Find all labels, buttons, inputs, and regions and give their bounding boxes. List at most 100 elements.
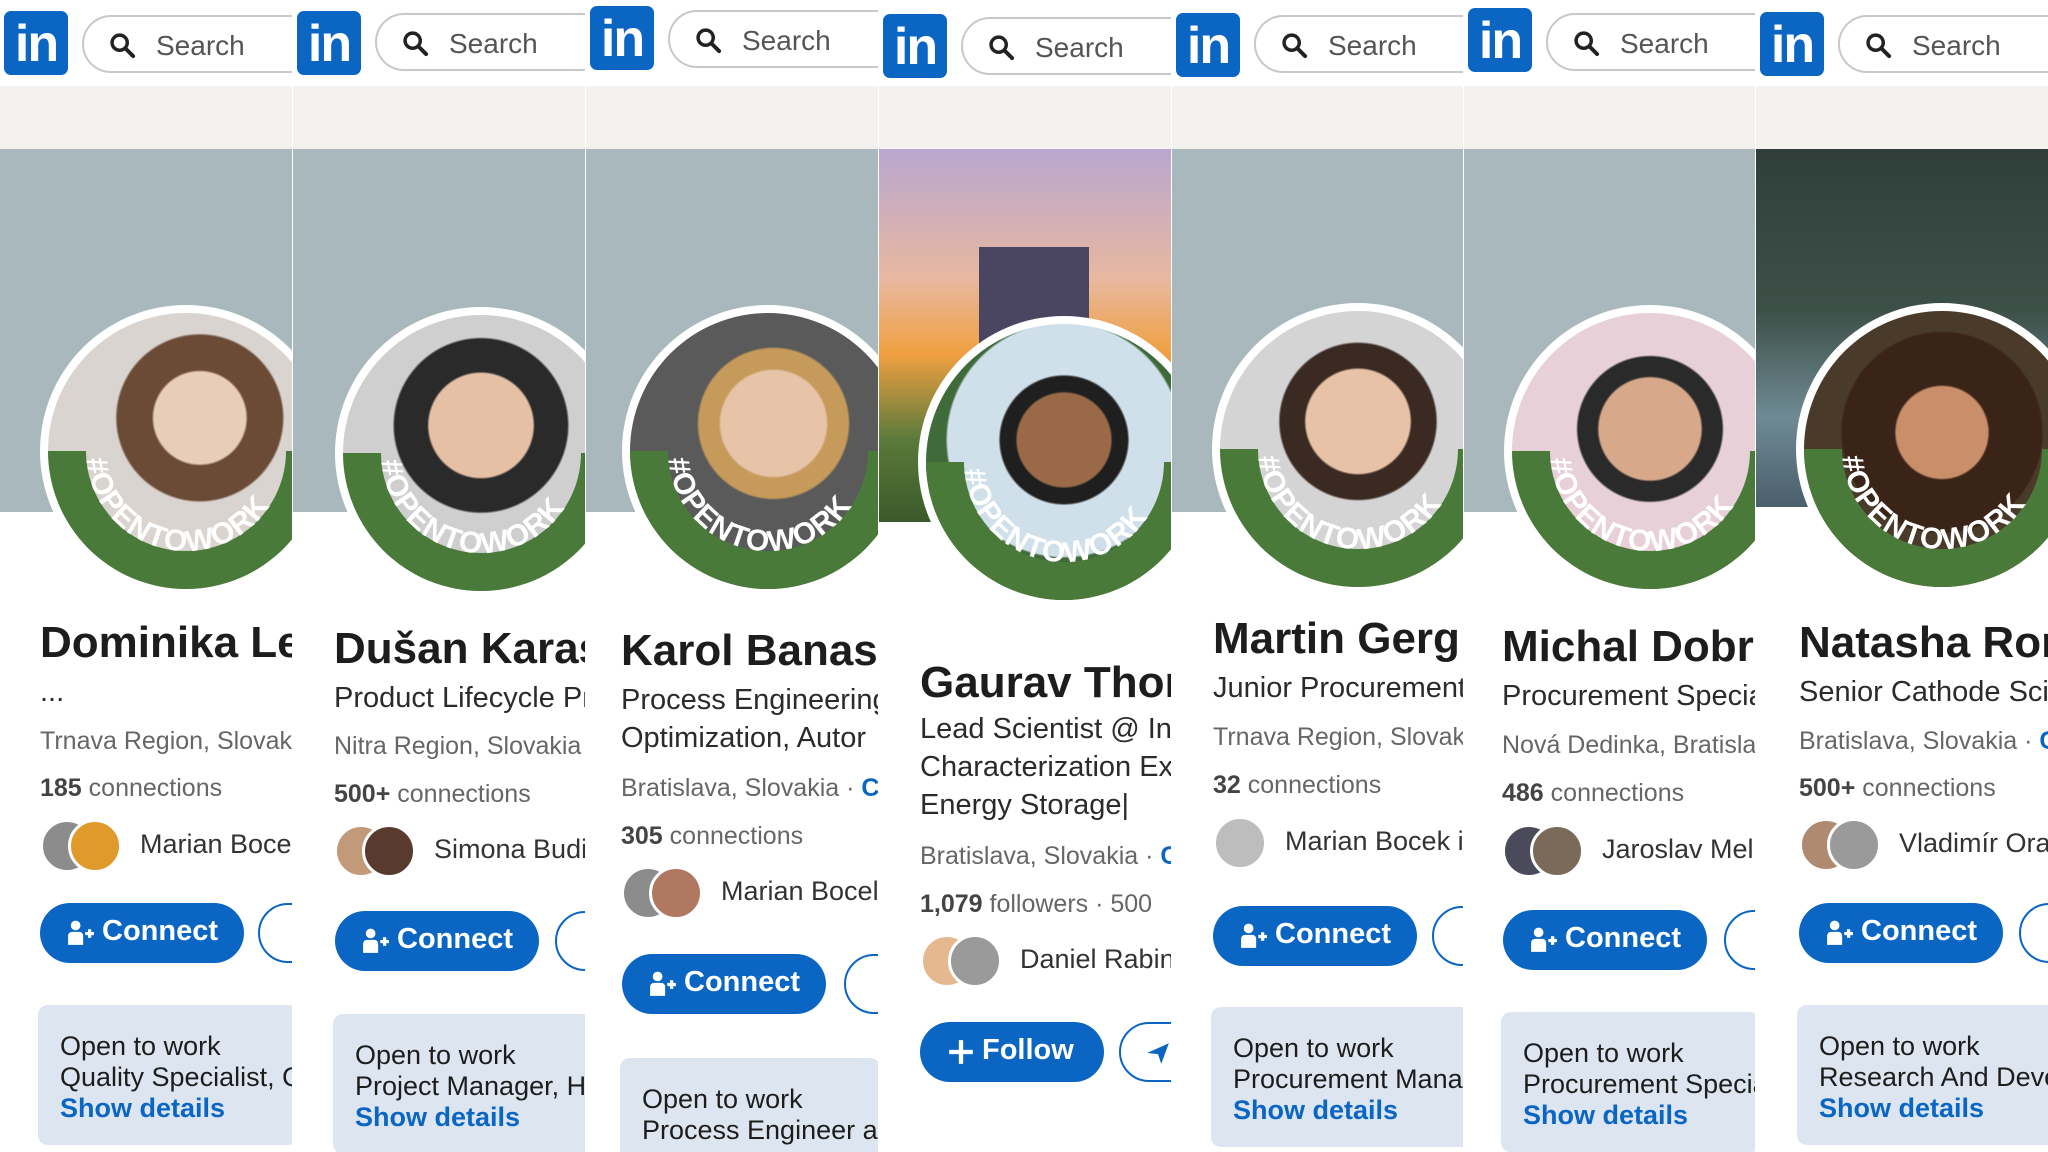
message-button[interactable]: [1432, 906, 1463, 966]
top-nav-bar: in Search: [293, 0, 585, 86]
mutual-connections[interactable]: Marian Bocek i:: [1213, 816, 1463, 872]
message-button[interactable]: [844, 954, 878, 1014]
profile-photo-avatar[interactable]: #OPENTOWORK: [1796, 303, 2048, 595]
mutual-connections[interactable]: Vladimír Orav: [1799, 818, 2048, 874]
linkedin-logo-icon[interactable]: in: [297, 11, 361, 75]
linkedin-logo-icon[interactable]: in: [590, 6, 654, 70]
profile-name[interactable]: Martin Gerg: [1213, 614, 1460, 664]
connections-count[interactable]: 500+ connections: [334, 780, 531, 809]
profile-card-strip: in Search #OPENTOWORK Michal Dobr Procur…: [1464, 0, 1755, 1152]
mutual-connections[interactable]: Marian Bocek: [40, 819, 292, 875]
profile-photo-avatar[interactable]: #OPENTOWORK: [1212, 303, 1463, 595]
connections-count[interactable]: 32 connections: [1213, 771, 1381, 800]
connect-button[interactable]: Connect: [335, 911, 539, 971]
open-to-work-card[interactable]: Open to work Project Manager, He Show de…: [333, 1014, 585, 1152]
open-to-work-card[interactable]: Open to work Process Engineer an: [620, 1058, 878, 1152]
message-button[interactable]: [258, 903, 292, 963]
profile-photo-avatar[interactable]: #OPENTOWORK: [918, 316, 1171, 608]
profile-name[interactable]: Michal Dobr: [1502, 622, 1754, 672]
connect-button[interactable]: Connect: [40, 903, 244, 963]
show-details-link[interactable]: Show details: [1523, 1100, 1688, 1131]
profile-photo-avatar[interactable]: #OPENTOWORK: [40, 305, 292, 597]
profile-headline: Senior Cathode Scie: [1799, 676, 2048, 708]
plus-icon: [949, 1040, 973, 1064]
page-background: [1464, 86, 1755, 149]
open-to-work-card[interactable]: Open to work Quality Specialist, Qu Show…: [38, 1005, 292, 1145]
mutual-connections[interactable]: Jaroslav Meli:: [1502, 824, 1755, 880]
connections-count[interactable]: 185 connections: [40, 774, 222, 803]
connect-button[interactable]: Connect: [1503, 910, 1707, 970]
opentowork-badge: #OPENTOWORK: [1512, 451, 1755, 589]
profile-card-strip: in Search #OPENTOWORK Gaurav Thor Lead S…: [879, 0, 1171, 1152]
profile-photo-avatar[interactable]: #OPENTOWORK: [1504, 305, 1755, 597]
contact-info-link[interactable]: C: [1160, 842, 1171, 870]
opentowork-badge: #OPENTOWORK: [926, 462, 1171, 600]
contact-info-link[interactable]: C: [861, 774, 878, 802]
linkedin-logo-icon[interactable]: in: [4, 11, 68, 75]
profile-photo-avatar[interactable]: #OPENTOWORK: [622, 305, 878, 597]
linkedin-logo-icon[interactable]: in: [1760, 12, 1824, 76]
top-nav-bar: in Search: [1464, 0, 1755, 86]
search-icon: [403, 31, 429, 57]
show-details-link[interactable]: Show details: [60, 1093, 225, 1124]
search-box[interactable]: Search: [1546, 13, 1755, 71]
profile-headline: ...: [40, 676, 65, 708]
search-placeholder: Search: [1328, 30, 1417, 61]
linkedin-logo-icon[interactable]: in: [883, 14, 947, 78]
profile-card-strip: in Search #OPENTOWORK Dušan Karas Produc…: [293, 0, 585, 1152]
page-background: [0, 86, 292, 149]
profile-name[interactable]: Natasha Ron: [1799, 618, 2048, 668]
profile-name[interactable]: Dominika Le: [40, 618, 292, 668]
page-background: [1172, 86, 1463, 149]
search-box[interactable]: Search: [668, 10, 878, 68]
message-button[interactable]: [1119, 1022, 1171, 1082]
connect-button[interactable]: Connect: [1213, 906, 1417, 966]
show-details-link[interactable]: Show details: [1233, 1095, 1398, 1126]
connect-button[interactable]: Connect: [622, 954, 826, 1014]
search-box[interactable]: Search: [1838, 15, 2048, 73]
connections-count[interactable]: 500+ connections: [1799, 774, 1996, 803]
show-details-link[interactable]: Show details: [1819, 1093, 1984, 1124]
mutual-avatar: [649, 866, 703, 920]
profile-headline: Junior Procurement: [1213, 672, 1463, 704]
search-box[interactable]: Search: [1254, 15, 1463, 73]
message-button[interactable]: [2019, 903, 2048, 963]
connect-button[interactable]: Connect: [1799, 903, 2003, 963]
profile-headline: Process Engineering: [621, 684, 878, 716]
add-person-icon: [1827, 920, 1853, 945]
mutual-connections[interactable]: Marian Bocel: [621, 866, 878, 922]
add-person-icon: [650, 971, 676, 996]
profile-card-strip: in Search #OPENTOWORK Natasha Ron Senior…: [1756, 0, 2048, 1152]
opentowork-badge: #OPENTOWORK: [630, 451, 878, 589]
mutual-avatar: [1827, 818, 1881, 872]
top-nav-bar: in Search: [0, 0, 292, 86]
follow-button[interactable]: Follow: [920, 1022, 1104, 1082]
profile-name[interactable]: Karol Banasz: [621, 626, 878, 676]
message-button[interactable]: [1724, 910, 1755, 970]
mutual-connections[interactable]: Daniel Rabin: [920, 934, 1171, 990]
page-background: [293, 86, 585, 149]
linkedin-logo-icon[interactable]: in: [1468, 8, 1532, 72]
followers-count[interactable]: 1,079 followers · 500: [920, 890, 1152, 919]
search-box[interactable]: Search: [82, 15, 292, 73]
profile-card-strip: in Search #OPENTOWORK Dominika Le ... Tr…: [0, 0, 292, 1152]
profile-name[interactable]: Gaurav Thor: [920, 658, 1171, 708]
top-nav-bar: in Search: [1756, 0, 2048, 86]
search-placeholder: Search: [156, 30, 245, 61]
connections-count[interactable]: 305 connections: [621, 822, 803, 851]
mutual-avatar: [68, 819, 122, 873]
profile-name[interactable]: Dušan Karas: [334, 624, 585, 674]
message-button[interactable]: [555, 911, 585, 971]
search-box[interactable]: Search: [375, 13, 585, 71]
connections-count[interactable]: 486 connections: [1502, 779, 1684, 808]
open-to-work-card[interactable]: Open to work Research And Devel Show det…: [1797, 1005, 2048, 1145]
open-to-work-card[interactable]: Open to work Procurement Specia Show det…: [1501, 1012, 1755, 1152]
contact-info-link[interactable]: C: [2039, 727, 2048, 755]
linkedin-logo-icon[interactable]: in: [1176, 13, 1240, 77]
open-to-work-card[interactable]: Open to work Procurement Manag Show deta…: [1211, 1007, 1463, 1147]
show-details-link[interactable]: Show details: [355, 1102, 520, 1133]
profile-photo-avatar[interactable]: #OPENTOWORK: [335, 307, 585, 599]
mutual-connections[interactable]: Simona Budi: [334, 824, 585, 880]
search-icon: [1574, 31, 1600, 57]
search-box[interactable]: Search: [961, 17, 1171, 75]
